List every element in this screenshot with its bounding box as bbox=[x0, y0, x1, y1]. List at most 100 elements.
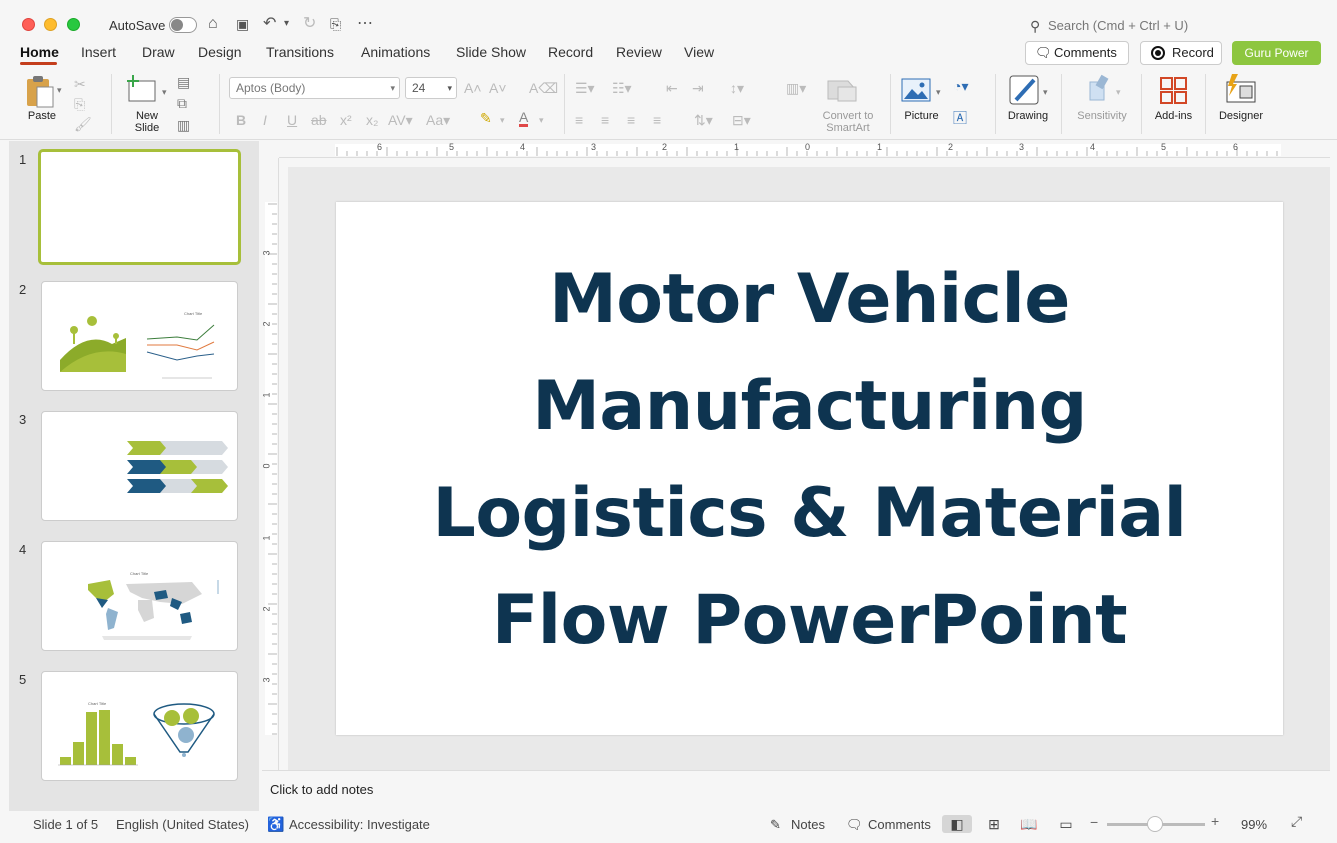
decrease-indent-icon[interactable]: ⇤ bbox=[666, 80, 678, 96]
change-case-icon[interactable]: Aa▾ bbox=[426, 112, 450, 128]
tab-animations[interactable]: Animations bbox=[361, 44, 430, 60]
format-painter-icon[interactable]: 🖌 bbox=[74, 116, 92, 132]
bold-icon[interactable]: B bbox=[236, 112, 246, 128]
slide-title[interactable]: Motor Vehicle Manufacturing Logistics & … bbox=[336, 246, 1283, 674]
tab-design[interactable]: Design bbox=[198, 44, 242, 60]
zoom-in-icon[interactable]: + bbox=[1211, 813, 1219, 829]
smartart-icon[interactable] bbox=[826, 77, 860, 103]
close-window-button[interactable] bbox=[22, 18, 35, 31]
numbering-icon[interactable]: ☷▾ bbox=[612, 80, 632, 96]
align-left-icon[interactable]: ≡ bbox=[575, 112, 583, 128]
picture-icon[interactable] bbox=[901, 78, 931, 102]
decrease-font-icon[interactable]: A˅ bbox=[489, 80, 507, 96]
comments-button[interactable]: 🗨 Comments bbox=[1025, 41, 1129, 65]
notes-toggle-label[interactable]: Notes bbox=[791, 817, 825, 832]
tab-record[interactable]: Record bbox=[548, 44, 593, 60]
align-center-icon[interactable]: ≡ bbox=[601, 112, 609, 128]
section-icon[interactable]: ▥ bbox=[177, 117, 190, 133]
drawing-dropdown-icon[interactable]: ▾ bbox=[1043, 84, 1048, 100]
slide-thumbnail-2[interactable]: Chart Title bbox=[41, 281, 238, 391]
guru-power-button[interactable]: Guru Power bbox=[1232, 41, 1321, 65]
add-ins-icon[interactable] bbox=[1159, 76, 1189, 106]
search-input[interactable]: Search (Cmd + Ctrl + U) bbox=[1048, 18, 1188, 33]
tab-slide-show[interactable]: Slide Show bbox=[456, 44, 526, 60]
shapes-icon[interactable]: ◔▾ bbox=[953, 78, 968, 94]
paste-dropdown-icon[interactable]: ▾ bbox=[57, 82, 62, 98]
reset-icon[interactable]: ⧉ bbox=[177, 95, 187, 111]
tab-view[interactable]: View bbox=[684, 44, 714, 60]
zoom-slider-thumb[interactable] bbox=[1147, 816, 1163, 832]
slide-title-line: Motor Vehicle bbox=[549, 260, 1070, 339]
cut-icon[interactable]: ✂ bbox=[74, 76, 86, 92]
clear-formatting-icon[interactable]: A⌫ bbox=[529, 80, 558, 96]
normal-view-button[interactable]: ◧ bbox=[942, 815, 972, 833]
copy-icon[interactable]: ⎘ bbox=[74, 96, 85, 112]
tab-draw[interactable]: Draw bbox=[142, 44, 175, 60]
reading-view-button[interactable]: 📖 bbox=[1014, 815, 1044, 833]
record-button[interactable]: Record bbox=[1140, 41, 1222, 65]
undo-dropdown-icon[interactable]: ▾ bbox=[284, 14, 289, 34]
increase-font-icon[interactable]: A˄ bbox=[464, 80, 482, 96]
picture-dropdown-icon[interactable]: ▾ bbox=[936, 84, 941, 100]
notes-placeholder[interactable]: Click to add notes bbox=[270, 782, 373, 797]
customize-icon[interactable]: ⎘ bbox=[330, 14, 341, 34]
slide-thumbnail-3[interactable] bbox=[41, 411, 238, 521]
italic-icon[interactable]: I bbox=[263, 112, 267, 128]
highlight-dropdown-icon[interactable]: ▾ bbox=[500, 112, 505, 128]
home-icon[interactable]: ⌂ bbox=[208, 14, 218, 34]
zoom-out-icon[interactable]: − bbox=[1090, 814, 1098, 830]
undo-icon[interactable]: ↶ bbox=[263, 14, 276, 34]
highlight-icon[interactable]: ✎ bbox=[480, 110, 492, 126]
more-icon[interactable]: ⋯ bbox=[357, 14, 373, 34]
align-right-icon[interactable]: ≡ bbox=[627, 112, 635, 128]
zoom-window-button[interactable] bbox=[67, 18, 80, 31]
strikethrough-icon[interactable]: ab bbox=[311, 112, 327, 128]
slide-sorter-view-button[interactable]: ⊞ bbox=[979, 815, 1009, 833]
tab-transitions[interactable]: Transitions bbox=[266, 44, 334, 60]
bullets-icon[interactable]: ☰▾ bbox=[575, 80, 595, 96]
sensitivity-dropdown-icon[interactable]: ▾ bbox=[1116, 84, 1121, 100]
superscript-icon[interactable]: x² bbox=[340, 112, 352, 128]
increase-indent-icon[interactable]: ⇥ bbox=[692, 80, 704, 96]
drawing-icon[interactable] bbox=[1008, 74, 1040, 106]
line-spacing-icon[interactable]: ↕▾ bbox=[730, 80, 744, 96]
slide-thumbnail-panel[interactable]: 1 2 Chart Title 3 4 Chart Title 5 Chart … bbox=[9, 141, 259, 811]
tab-insert[interactable]: Insert bbox=[81, 44, 116, 60]
tab-home[interactable]: Home bbox=[20, 44, 59, 60]
underline-icon[interactable]: U bbox=[287, 112, 297, 128]
save-icon[interactable]: ▣ bbox=[236, 14, 249, 34]
character-spacing-icon[interactable]: AV▾ bbox=[388, 112, 413, 128]
new-slide-dropdown-icon[interactable]: ▾ bbox=[162, 84, 167, 100]
font-family-select[interactable]: Aptos (Body) ▾ bbox=[229, 77, 400, 99]
columns-icon[interactable]: ▥▾ bbox=[786, 80, 806, 96]
slide-5-preview: Chart Title bbox=[58, 701, 215, 766]
comments-toggle-label[interactable]: Comments bbox=[868, 817, 931, 832]
autosave-toggle[interactable] bbox=[169, 17, 197, 33]
layout-icon[interactable]: ▤ bbox=[177, 74, 190, 90]
paste-icon[interactable] bbox=[24, 75, 58, 109]
redo-icon[interactable]: ↻ bbox=[303, 14, 316, 34]
accessibility-status[interactable]: Accessibility: Investigate bbox=[289, 817, 430, 832]
slide-thumbnail-4[interactable]: Chart Title bbox=[41, 541, 238, 651]
minimize-window-button[interactable] bbox=[44, 18, 57, 31]
tab-review[interactable]: Review bbox=[616, 44, 662, 60]
new-slide-icon[interactable] bbox=[127, 75, 159, 103]
textbox-icon[interactable]: 🄰 bbox=[953, 110, 967, 126]
slide-thumbnail-5[interactable]: Chart Title bbox=[41, 671, 238, 781]
designer-icon[interactable] bbox=[1224, 74, 1258, 104]
font-color-icon[interactable]: A bbox=[519, 110, 529, 127]
font-color-dropdown-icon[interactable]: ▾ bbox=[539, 112, 544, 128]
notes-pane[interactable]: Click to add notes bbox=[262, 770, 1330, 810]
subscript-icon[interactable]: x₂ bbox=[366, 112, 378, 128]
text-direction-icon[interactable]: ⇅▾ bbox=[694, 112, 713, 128]
align-text-icon[interactable]: ⊟▾ bbox=[732, 112, 751, 128]
zoom-level[interactable]: 99% bbox=[1241, 817, 1267, 832]
font-size-select[interactable]: 24 ▾ bbox=[405, 77, 457, 99]
slide-thumbnail-1[interactable] bbox=[38, 149, 241, 265]
fit-to-window-icon[interactable]: ⤢ bbox=[1291, 813, 1302, 830]
slide-show-view-button[interactable]: ▭ bbox=[1051, 815, 1081, 833]
sensitivity-icon[interactable] bbox=[1084, 74, 1114, 104]
current-slide[interactable]: Motor Vehicle Manufacturing Logistics & … bbox=[336, 202, 1283, 735]
language-status[interactable]: English (United States) bbox=[116, 817, 249, 832]
justify-icon[interactable]: ≡ bbox=[653, 112, 661, 128]
